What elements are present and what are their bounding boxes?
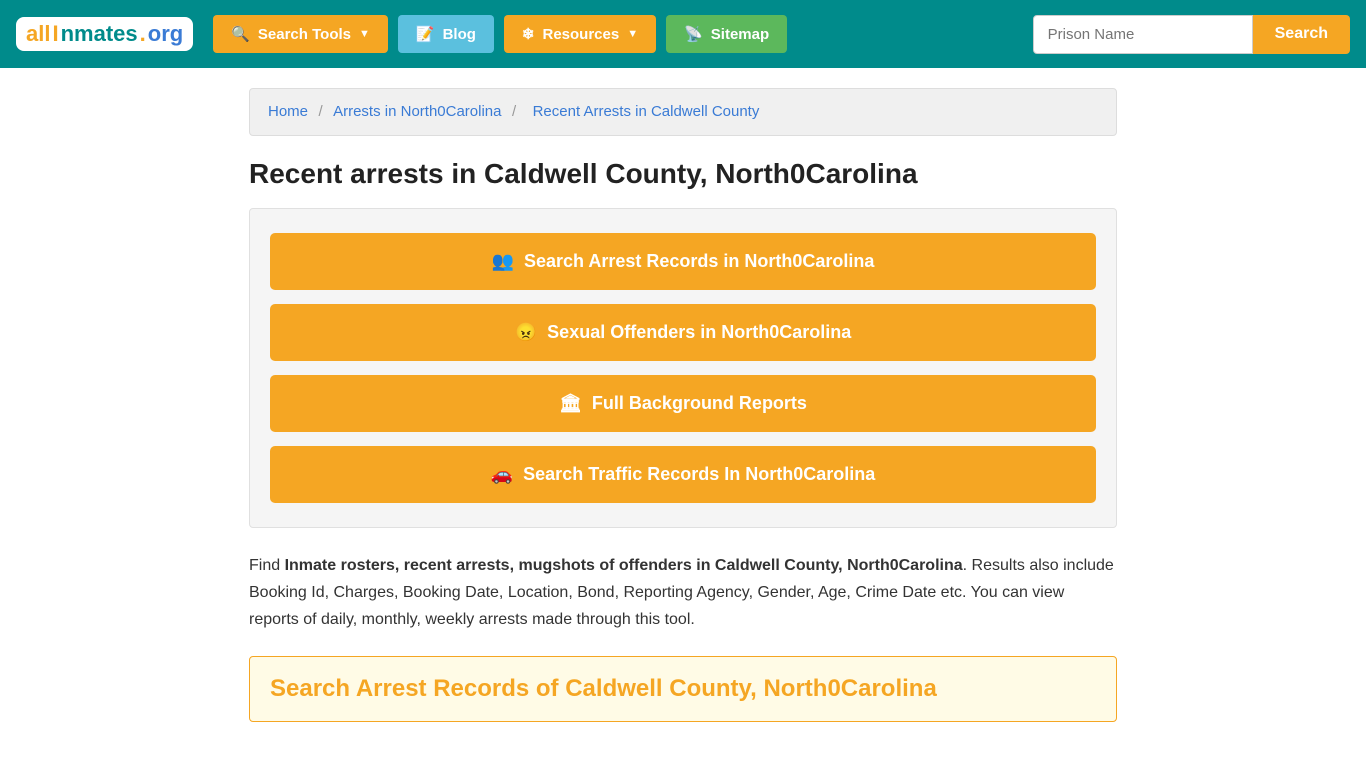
- breadcrumb-container: Home / Arrests in North0Carolina / Recen…: [249, 88, 1117, 136]
- traffic-records-button[interactable]: 🚗 Search Traffic Records In North0Caroli…: [270, 446, 1096, 503]
- breadcrumb-current: Recent Arrests in Caldwell County: [533, 103, 760, 120]
- sitemap-label: Sitemap: [711, 26, 769, 43]
- search-tools-label: Search Tools: [258, 26, 351, 43]
- sitemap-icon: 📡: [684, 25, 703, 43]
- navbar: all I nmates . org 🔍 Search Tools ▼ 📝 Bl…: [0, 0, 1366, 68]
- search-tools-button[interactable]: 🔍 Search Tools ▼: [213, 15, 388, 53]
- background-reports-label: Full Background Reports: [592, 393, 807, 414]
- background-reports-button[interactable]: 🏛 Full Background Reports: [270, 375, 1096, 432]
- logo-org: org: [148, 21, 183, 47]
- arrest-records-label: Search Arrest Records in North0Carolina: [524, 251, 874, 272]
- sexual-offenders-button[interactable]: 😠 Sexual Offenders in North0Carolina: [270, 304, 1096, 361]
- resources-button[interactable]: ❄ Resources ▼: [504, 15, 656, 53]
- sexual-offenders-label: Sexual Offenders in North0Carolina: [547, 322, 851, 343]
- search-records-box: Search Arrest Records of Caldwell County…: [249, 656, 1117, 722]
- offender-icon: 😠: [515, 322, 537, 343]
- resources-label: Resources: [542, 26, 619, 43]
- chevron-down-icon-resources: ▼: [627, 28, 638, 40]
- logo-box: all I nmates . org: [16, 17, 193, 51]
- logo-inmates-icon: I: [52, 21, 58, 47]
- logo-all: all: [26, 21, 50, 47]
- blog-button[interactable]: 📝 Blog: [398, 15, 494, 53]
- traffic-records-label: Search Traffic Records In North0Carolina: [523, 464, 875, 485]
- sitemap-button[interactable]: 📡 Sitemap: [666, 15, 787, 53]
- logo-dot: .: [140, 21, 146, 47]
- action-buttons-box: 👥 Search Arrest Records in North0Carolin…: [249, 208, 1117, 528]
- main-content: Home / Arrests in North0Carolina / Recen…: [233, 68, 1133, 742]
- prison-search-button[interactable]: Search: [1253, 15, 1350, 54]
- search-button-label: Search: [1275, 25, 1328, 42]
- blog-icon: 📝: [416, 25, 435, 43]
- description-bold: Inmate rosters, recent arrests, mugshots…: [285, 557, 963, 574]
- people-icon: 👥: [492, 251, 514, 272]
- description-prefix: Find: [249, 557, 285, 574]
- logo-nmates: nmates: [61, 21, 138, 47]
- logo-area: all I nmates . org: [16, 17, 193, 51]
- breadcrumb-arrests[interactable]: Arrests in North0Carolina: [333, 103, 501, 120]
- building-icon: 🏛: [559, 393, 582, 414]
- page-title: Recent arrests in Caldwell County, North…: [249, 158, 1117, 190]
- description-text: Find Inmate rosters, recent arrests, mug…: [249, 552, 1117, 634]
- breadcrumb-separator-2: /: [512, 103, 516, 120]
- chevron-down-icon: ▼: [359, 28, 370, 40]
- prison-name-input[interactable]: [1033, 15, 1253, 54]
- arrest-records-button[interactable]: 👥 Search Arrest Records in North0Carolin…: [270, 233, 1096, 290]
- breadcrumb: Home / Arrests in North0Carolina / Recen…: [268, 103, 1098, 121]
- breadcrumb-separator-1: /: [318, 103, 322, 120]
- blog-label: Blog: [443, 26, 476, 43]
- car-icon: 🚗: [491, 464, 513, 485]
- resources-icon: ❄: [522, 25, 535, 43]
- breadcrumb-home[interactable]: Home: [268, 103, 308, 120]
- prison-search-area: Search: [1033, 15, 1350, 54]
- search-icon: 🔍: [231, 25, 250, 43]
- search-records-title: Search Arrest Records of Caldwell County…: [270, 675, 1096, 703]
